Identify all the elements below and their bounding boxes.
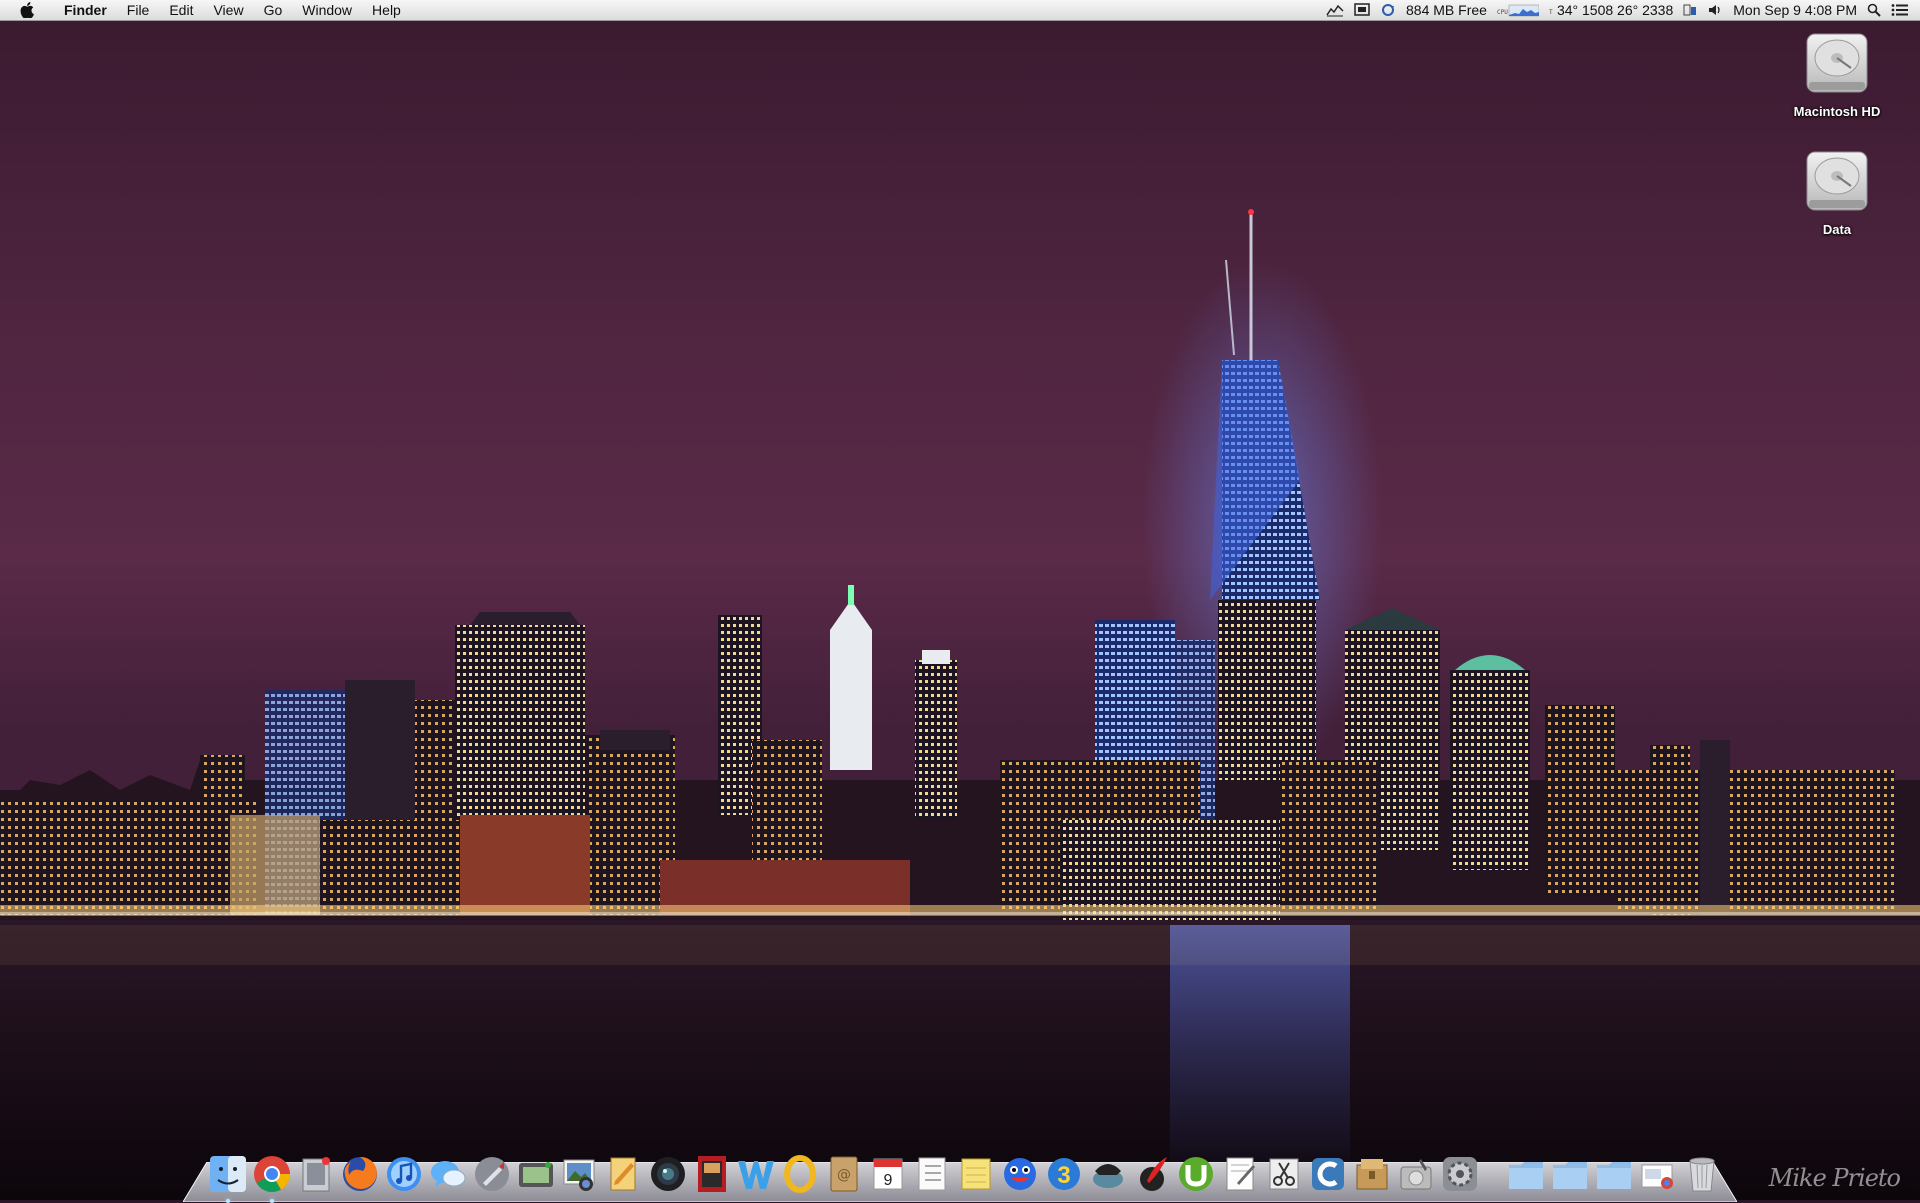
svg-text:@: @ [837, 1167, 851, 1183]
photo-booth-icon[interactable] [691, 1153, 733, 1195]
svg-text:T: T [1549, 9, 1553, 16]
menu-edit[interactable]: Edit [159, 0, 203, 21]
disk-utility-icon[interactable] [1395, 1153, 1437, 1195]
pages-icon[interactable] [603, 1153, 645, 1195]
volume-icon[interactable] [1707, 0, 1723, 21]
documents-folder-icon[interactable] [1549, 1153, 1591, 1195]
desktop-icon-macintosh-hd[interactable]: Macintosh HD [1777, 28, 1897, 121]
firefox-icon[interactable] [339, 1153, 381, 1195]
downloads-folder-icon[interactable] [1593, 1153, 1635, 1195]
reminders-icon[interactable] [911, 1153, 953, 1195]
system-preferences-icon[interactable] [1439, 1153, 1481, 1195]
notes-icon[interactable] [955, 1153, 997, 1195]
trash-icon[interactable] [1681, 1153, 1723, 1195]
dock: @ 9 3 [207, 1143, 1727, 1203]
spotlight-search-icon[interactable] [1867, 0, 1881, 21]
applications-folder-icon[interactable] [1505, 1153, 1547, 1195]
menu-help[interactable]: Help [362, 0, 411, 21]
finder-icon[interactable] [207, 1153, 249, 1203]
menu-bar: Finder File Edit View Go Window Help 884… [0, 0, 1920, 21]
memory-free-readout[interactable]: 884 MB Free [1406, 0, 1487, 21]
display-status-icon[interactable] [1354, 0, 1370, 21]
menu-go[interactable]: Go [254, 0, 293, 21]
address-book-icon[interactable]: @ [823, 1153, 865, 1195]
desktop-icon-label: Macintosh HD [1793, 104, 1881, 119]
messages-icon[interactable] [427, 1153, 469, 1195]
textedit-icon[interactable] [1219, 1153, 1261, 1195]
itunes-icon[interactable] [383, 1153, 425, 1195]
quill-icon[interactable] [1131, 1153, 1173, 1195]
hard-drive-icon [1806, 33, 1868, 93]
temps-text: 34° 1508 26° 2338 [1556, 2, 1674, 18]
hard-drive-icon [1806, 151, 1868, 211]
chrome-icon[interactable] [251, 1153, 293, 1203]
o-app-icon[interactable] [779, 1153, 821, 1195]
calendar-day: 9 [884, 1172, 893, 1189]
calendar-icon[interactable]: 9 [867, 1153, 909, 1195]
svg-text:CPU: CPU [1497, 9, 1508, 16]
desktop-icon-label: Data [1822, 222, 1852, 237]
c-app-icon[interactable] [1307, 1153, 1349, 1195]
sync-status-icon[interactable] [1380, 0, 1396, 21]
cpu-graph-icon[interactable]: CPU [1497, 0, 1539, 21]
image-capture-icon[interactable] [515, 1153, 557, 1195]
iphoto-icon[interactable] [559, 1153, 601, 1195]
menu-window[interactable]: Window [292, 0, 362, 21]
file-stack-icon[interactable] [1637, 1153, 1679, 1195]
svg-text:3: 3 [1057, 1162, 1070, 1189]
archive-utility-icon[interactable] [1351, 1153, 1393, 1195]
temperature-readout[interactable]: T 34° 1508 26° 2338 [1549, 0, 1673, 21]
clock[interactable]: Mon Sep 9 4:08 PM [1733, 0, 1857, 21]
smiley-app-icon[interactable] [999, 1153, 1041, 1195]
menu-file[interactable]: File [117, 0, 160, 21]
word-icon[interactable] [735, 1153, 777, 1195]
blue-3-icon[interactable]: 3 [1043, 1153, 1085, 1195]
apple-icon[interactable] [0, 0, 54, 20]
utorrent-icon[interactable] [1175, 1153, 1217, 1195]
scissors-app-icon[interactable] [1263, 1153, 1305, 1195]
photo-watermark: Mike Prieto [1768, 1164, 1901, 1192]
aperture-icon[interactable] [647, 1153, 689, 1195]
battery-meter-icon[interactable] [1683, 0, 1697, 21]
phone-icon[interactable] [1087, 1153, 1129, 1195]
network-activity-icon[interactable] [1326, 0, 1344, 21]
dock-separator [1483, 1153, 1505, 1195]
launchpad-icon[interactable] [471, 1153, 513, 1195]
desktop-wallpaper [0, 0, 1920, 1200]
app-menu-finder[interactable]: Finder [54, 0, 117, 21]
menu-view[interactable]: View [203, 0, 253, 21]
notification-center-icon[interactable] [1891, 0, 1909, 21]
desktop-icon-data[interactable]: Data [1777, 146, 1897, 239]
mail-stamp-icon[interactable] [295, 1153, 337, 1195]
